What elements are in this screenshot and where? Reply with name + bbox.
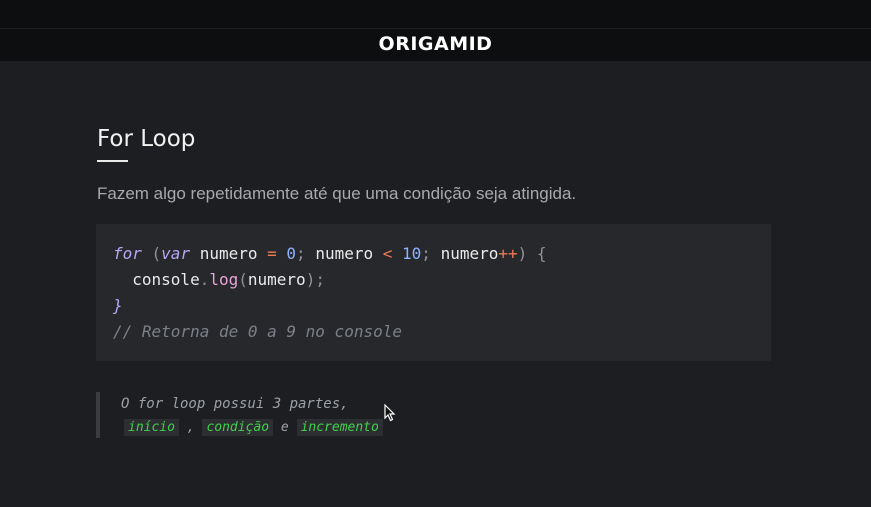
- paren-close: );: [305, 270, 325, 289]
- separator: ,: [178, 420, 203, 435]
- semicolon: ;: [421, 244, 441, 263]
- separator: e: [273, 420, 297, 435]
- code-line-2: console.log(numero);: [113, 270, 325, 289]
- tag-condicao: condição: [202, 419, 274, 436]
- code-comment: // Retorna de 0 a 9 no console: [113, 322, 402, 341]
- keyword-var: var: [161, 244, 191, 263]
- code-line-1: for (var numero = 0; numero < 10; numero…: [113, 244, 547, 263]
- code-line-3: }: [113, 296, 123, 315]
- code-block: for (var numero = 0; numero < 10; numero…: [96, 224, 771, 361]
- top-bar-divider: [0, 28, 871, 29]
- operator-assign: =: [267, 244, 277, 263]
- mouse-pointer-icon: [384, 404, 396, 422]
- brace-open: {: [536, 244, 547, 263]
- paren-close: ): [517, 244, 537, 263]
- semicolon: ;: [296, 244, 316, 263]
- title-underline: [97, 160, 128, 162]
- origamid-logo: ORIGAMID: [378, 33, 493, 55]
- identifier: numero: [247, 270, 306, 289]
- page-title: For Loop: [97, 126, 196, 152]
- identifier: numero: [190, 244, 268, 263]
- note-parts: início , condição e incremento: [124, 419, 383, 436]
- paren-open: (: [141, 244, 162, 263]
- number-literal: 10: [392, 244, 422, 263]
- tag-incremento: incremento: [296, 419, 383, 436]
- number-literal: 0: [276, 244, 297, 263]
- code-line-4: // Retorna de 0 a 9 no console: [113, 322, 402, 341]
- paren-open: (: [238, 270, 248, 289]
- operator-less-than: <: [382, 244, 393, 263]
- tag-inicio: início: [124, 419, 179, 436]
- function-call: log: [209, 270, 239, 289]
- note-text: O for loop possui 3 partes,: [121, 396, 349, 412]
- note-blockquote: O for loop possui 3 partes, início , con…: [96, 392, 460, 438]
- keyword-for: for: [113, 244, 142, 263]
- identifier: numero: [315, 244, 383, 263]
- identifier: console: [113, 270, 200, 289]
- brace-close: }: [113, 296, 123, 315]
- dot: .: [199, 270, 210, 289]
- page-subtitle: Fazem algo repetidamente até que uma con…: [97, 184, 577, 203]
- identifier: numero: [440, 244, 499, 263]
- top-bar: ORIGAMID: [0, 0, 871, 61]
- operator-increment: ++: [498, 244, 518, 263]
